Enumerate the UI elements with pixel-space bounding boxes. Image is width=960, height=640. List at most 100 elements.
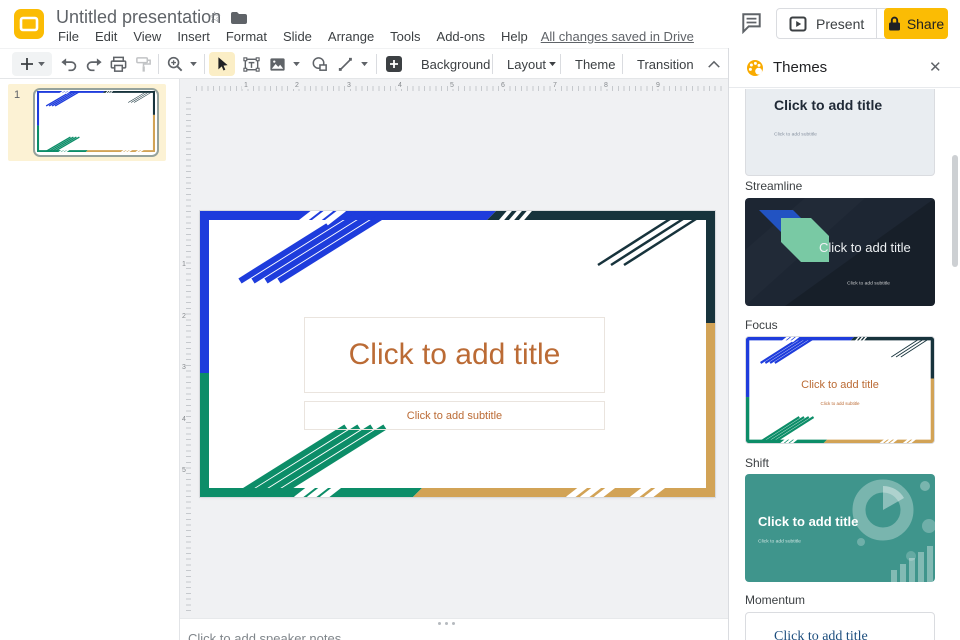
slide-thumbnail-art xyxy=(37,91,155,152)
menu-arrange[interactable]: Arrange xyxy=(320,29,382,44)
lock-icon xyxy=(888,16,901,31)
speaker-notes-placeholder[interactable]: Click to add speaker notes xyxy=(188,631,341,640)
cursor-arrow-icon xyxy=(213,55,231,73)
theme-thumb-title: Click to add title xyxy=(774,97,882,113)
comments-button[interactable] xyxy=(740,11,763,34)
insert-line-button[interactable] xyxy=(333,52,357,76)
toolbar-divider xyxy=(204,54,205,74)
slide-1-thumbnail[interactable] xyxy=(33,88,159,157)
themes-panel: Themes ✕ Click to add title Click to add… xyxy=(728,48,960,640)
ruler-number: 3 xyxy=(345,82,353,89)
top-bar: Untitled presentation ☆ File Edit View I… xyxy=(0,0,960,48)
theme-thumb-title: Click to add title xyxy=(819,240,911,255)
slide-canvas-area: 1 2 3 4 5 6 7 8 9 1 2 3 4 5 Click to add… xyxy=(180,79,728,618)
theme-thumb-title: Click to add title xyxy=(758,514,858,529)
save-status-link[interactable]: All changes saved in Drive xyxy=(541,29,694,44)
theme-card-shift[interactable]: Click to add title Click to add subtitle xyxy=(745,336,935,444)
select-tool-button[interactable] xyxy=(209,52,235,76)
slide-editing-surface[interactable]: Click to add title Click to add subtitle xyxy=(200,211,715,497)
theme-thumb-subtitle: Click to add subtitle xyxy=(793,401,887,406)
undo-button[interactable] xyxy=(56,52,80,76)
document-title[interactable]: Untitled presentation xyxy=(56,7,221,28)
theme-name-streamline: Streamline xyxy=(745,179,802,193)
ruler-number: 1 xyxy=(242,82,250,89)
palette-icon xyxy=(745,58,765,78)
theme-card-partial[interactable]: Click to add title xyxy=(745,612,935,640)
panel-scrollbar[interactable] xyxy=(952,155,958,267)
zoom-button[interactable] xyxy=(163,52,187,76)
menu-edit[interactable]: Edit xyxy=(87,29,125,44)
new-slide-button[interactable] xyxy=(12,52,52,76)
ruler-number: 6 xyxy=(499,82,507,89)
insert-placeholder-button[interactable] xyxy=(382,52,406,76)
theme-button[interactable]: Theme xyxy=(566,52,624,76)
notes-resize-bar[interactable] xyxy=(180,618,728,628)
menu-bar: File Edit View Insert Format Slide Arran… xyxy=(50,26,694,46)
theme-name-shift: Shift xyxy=(745,456,769,470)
ruler-number: 3 xyxy=(182,363,186,372)
ruler-number: 5 xyxy=(182,466,186,475)
redo-icon xyxy=(85,55,104,74)
layout-button[interactable]: Layout xyxy=(498,52,563,76)
image-dropdown-button[interactable] xyxy=(289,52,303,76)
line-dropdown-button[interactable] xyxy=(357,52,371,76)
ruler-number: 2 xyxy=(182,312,186,321)
theme-name-focus: Focus xyxy=(745,318,778,332)
slide-number: 1 xyxy=(14,89,20,101)
close-icon[interactable]: ✕ xyxy=(929,58,942,76)
speaker-notes[interactable]: Click to add speaker notes xyxy=(180,628,728,640)
toolbar-divider xyxy=(376,54,377,74)
chevron-down-icon xyxy=(293,62,300,67)
redo-button[interactable] xyxy=(82,52,106,76)
filmstrip-slide-1[interactable]: 1 xyxy=(8,84,166,161)
zoom-dropdown-button[interactable] xyxy=(186,52,200,76)
transition-button[interactable]: Transition xyxy=(628,52,703,76)
subtitle-placeholder[interactable]: Click to add subtitle xyxy=(304,401,605,430)
insert-shape-button[interactable] xyxy=(307,52,331,76)
vertical-ruler xyxy=(186,97,191,613)
title-placeholder[interactable]: Click to add title xyxy=(304,317,605,393)
folder-icon[interactable] xyxy=(230,11,247,26)
google-slides-app: Untitled presentation ☆ File Edit View I… xyxy=(0,0,960,640)
insert-image-button[interactable] xyxy=(265,52,289,76)
menu-view[interactable]: View xyxy=(125,29,169,44)
layout-label: Layout xyxy=(498,57,549,72)
collapse-toolbar-button[interactable] xyxy=(702,52,726,76)
ruler-number: 4 xyxy=(396,82,404,89)
undo-icon xyxy=(59,55,78,74)
theme-name-momentum: Momentum xyxy=(745,593,805,607)
theme-card-focus[interactable]: Click to add title Click to add subtitle xyxy=(745,198,935,306)
paint-format-button[interactable] xyxy=(131,52,155,76)
chevron-down-icon xyxy=(361,62,368,67)
toolbar: Background Layout Theme Transition xyxy=(0,48,728,79)
theme-card-momentum[interactable]: Click to add title Click to add subtitle xyxy=(745,474,935,582)
chevron-down-icon xyxy=(549,62,556,67)
theme-thumb-title: Click to add title xyxy=(774,629,868,640)
present-button[interactable]: Present xyxy=(776,8,901,39)
share-button[interactable]: Share xyxy=(884,8,948,39)
present-main[interactable]: Present xyxy=(777,9,876,38)
paint-roller-icon xyxy=(134,55,153,74)
menu-format[interactable]: Format xyxy=(218,29,275,44)
menu-slide[interactable]: Slide xyxy=(275,29,320,44)
chevron-down-icon xyxy=(38,62,45,67)
toolbar-divider xyxy=(158,54,159,74)
text-box-button[interactable] xyxy=(239,52,263,76)
menu-file[interactable]: File xyxy=(50,29,87,44)
notes-resize-handle[interactable] xyxy=(438,622,455,625)
menu-addons[interactable]: Add-ons xyxy=(429,29,493,44)
toolbar-divider xyxy=(560,54,561,74)
themes-panel-header: Themes ✕ xyxy=(729,48,960,88)
menu-tools[interactable]: Tools xyxy=(382,29,428,44)
background-button[interactable]: Background xyxy=(412,52,499,76)
star-icon[interactable]: ☆ xyxy=(208,8,221,26)
toolbar-divider xyxy=(622,54,623,74)
print-button[interactable] xyxy=(106,52,130,76)
menu-insert[interactable]: Insert xyxy=(169,29,218,44)
theme-thumb-subtitle: Click to add subtitle xyxy=(774,131,817,137)
slides-logo-icon[interactable] xyxy=(13,8,45,40)
ruler-number: 8 xyxy=(602,82,610,89)
theme-card-streamline[interactable]: Click to add title Click to add subtitle xyxy=(745,89,937,178)
menu-help[interactable]: Help xyxy=(493,29,536,44)
plus-icon xyxy=(20,57,34,71)
